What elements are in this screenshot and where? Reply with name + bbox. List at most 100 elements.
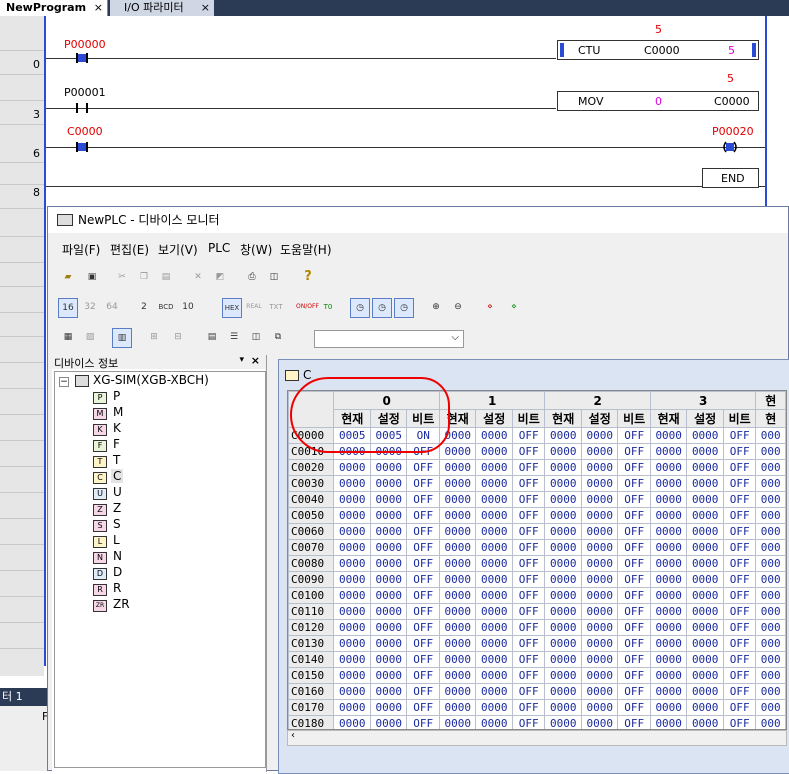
cell-value[interactable]: OFF (617, 539, 651, 556)
cell-value[interactable]: 0000 (544, 571, 582, 588)
cell-value[interactable]: OFF (406, 619, 440, 636)
chevron-down-icon[interactable]: ⌵ (451, 332, 459, 343)
cell-value[interactable]: 0000 (333, 507, 371, 524)
cell-value[interactable]: 0000 (333, 475, 371, 492)
cell-value[interactable]: OFF (511, 587, 546, 604)
table-row[interactable]: C0050 0000 0000 OFF 0000 0000 OFF 0000 0000 OFF 00… (288, 507, 786, 524)
cell-value[interactable]: 0000 (544, 619, 582, 636)
cell-value[interactable]: 0000 (649, 651, 688, 668)
pin-icon[interactable]: ▾ (239, 355, 244, 365)
cell-value[interactable]: 0000 (438, 507, 477, 524)
cell-value[interactable]: 0000 (475, 427, 513, 444)
cell-value[interactable]: 0000 (580, 443, 619, 460)
cell-value[interactable]: OFF (406, 683, 440, 700)
cell-value[interactable]: OFF (722, 427, 757, 444)
cell-value[interactable]: OFF (511, 491, 546, 508)
cell-value[interactable]: 0000 (438, 603, 477, 620)
cell-value[interactable]: 0000 (580, 683, 619, 700)
cell-value[interactable]: 0000 (686, 539, 724, 556)
table-row[interactable]: C0020 0000 0000 OFF 0000 0000 OFF 0000 0000 OFF 00… (288, 459, 786, 476)
cell-value[interactable]: OFF (722, 523, 757, 540)
tree-item-u[interactable]: U (113, 485, 122, 499)
cell-value[interactable]: OFF (511, 699, 546, 716)
cell-value[interactable]: OFF (617, 571, 651, 588)
cell-value[interactable]: 0000 (580, 603, 619, 620)
cell-value[interactable]: 0000 (475, 507, 513, 524)
cell-value[interactable]: 0000 (369, 667, 408, 684)
cell-value[interactable]: 000 (755, 523, 786, 540)
cell-value[interactable]: OFF (617, 459, 651, 476)
cell-value[interactable]: 0000 (369, 651, 408, 668)
cell-value[interactable]: 0000 (475, 587, 513, 604)
open-icon[interactable]: ▰ (58, 268, 78, 288)
cell-value[interactable]: OFF (406, 555, 440, 572)
tree-item-l[interactable]: L (113, 533, 120, 547)
cell-value[interactable]: 000 (755, 539, 786, 556)
cut-icon[interactable]: ✂ (112, 268, 132, 288)
cell-value[interactable]: 0000 (333, 619, 371, 636)
tree-item-f[interactable]: F (113, 437, 120, 451)
cell-value[interactable]: 000 (755, 651, 786, 668)
table-row[interactable]: C0030 0000 0000 OFF 0000 0000 OFF 0000 0000 OFF 00… (288, 475, 786, 492)
cell-value[interactable]: 0000 (544, 699, 582, 716)
monitor-mode-3-icon[interactable]: ◷ (394, 298, 414, 318)
menu-view[interactable]: 보기(V) (158, 241, 198, 258)
cell-value[interactable]: 0000 (686, 475, 724, 492)
cell-value[interactable]: OFF (511, 619, 546, 636)
print-preview-icon[interactable]: ◫ (264, 268, 284, 288)
cell-value[interactable]: 0000 (686, 443, 724, 460)
cell-value[interactable]: 0000 (369, 715, 408, 729)
cell-value[interactable]: OFF (511, 571, 546, 588)
cell-value[interactable]: 0000 (333, 651, 371, 668)
cell-value[interactable]: OFF (722, 555, 757, 572)
cell-value[interactable]: 0000 (438, 475, 477, 492)
cell-value[interactable]: OFF (617, 683, 651, 700)
cell-value[interactable]: OFF (511, 651, 546, 668)
table-row[interactable]: C0040 0000 0000 OFF 0000 0000 OFF 0000 0000 OFF 00… (288, 491, 786, 508)
tree-item-c[interactable]: C (111, 469, 124, 483)
cell-value[interactable]: 0000 (369, 603, 408, 620)
cell-value[interactable]: 0000 (686, 667, 724, 684)
tree-expand-icon[interactable]: ⊞ (144, 328, 164, 348)
cell-value[interactable]: 0000 (438, 635, 477, 652)
help-icon[interactable]: ? (298, 268, 318, 288)
format-32bit-button[interactable]: 32 (80, 298, 100, 318)
zoom-in-icon[interactable]: ⊕ (426, 298, 446, 318)
cell-value[interactable]: OFF (406, 571, 440, 588)
cell-value[interactable]: 0000 (333, 603, 371, 620)
cell-value[interactable]: 0000 (580, 555, 619, 572)
cell-value[interactable]: OFF (722, 571, 757, 588)
tree-item-p[interactable]: P (113, 389, 120, 403)
cell-value[interactable]: 0000 (580, 459, 619, 476)
tree-item-n[interactable]: N (113, 549, 122, 563)
cell-value[interactable]: 0000 (369, 571, 408, 588)
remove-device-icon[interactable]: ⋄ (504, 298, 524, 318)
cell-value[interactable]: OFF (617, 587, 651, 604)
cell-value[interactable]: 0000 (544, 475, 582, 492)
cell-value[interactable]: 0000 (475, 651, 513, 668)
cell-value[interactable]: OFF (406, 699, 440, 716)
cell-value[interactable]: OFF (617, 475, 651, 492)
cell-value[interactable]: 0000 (544, 635, 582, 652)
arrange-icon[interactable]: ⧉ (268, 328, 288, 348)
cell-value[interactable]: OFF (722, 475, 757, 492)
cell-value[interactable]: 0000 (438, 443, 477, 460)
cell-value[interactable]: 0000 (649, 683, 688, 700)
cell-value[interactable]: OFF (722, 443, 757, 460)
table-row[interactable]: C0140 0000 0000 OFF 0000 0000 OFF 0000 0000 OFF 00… (288, 651, 786, 668)
device-add-icon[interactable]: ▧ (80, 328, 100, 348)
cell-value[interactable]: 0000 (333, 539, 371, 556)
cell-value[interactable]: 000 (755, 715, 786, 729)
tree-item-s[interactable]: S (113, 517, 121, 531)
cell-value[interactable]: OFF (406, 443, 440, 460)
cell-value[interactable]: OFF (406, 667, 440, 684)
cell-value[interactable]: 000 (755, 699, 786, 716)
cell-value[interactable]: 0000 (369, 491, 408, 508)
menu-edit[interactable]: 편집(E) (110, 241, 149, 258)
cell-value[interactable]: OFF (722, 619, 757, 636)
format-binary-button[interactable]: 2 (134, 298, 154, 318)
cell-value[interactable]: OFF (722, 699, 757, 716)
cell-value[interactable]: 0000 (333, 571, 371, 588)
cell-value[interactable]: 0000 (369, 635, 408, 652)
cell-value[interactable]: 0000 (475, 619, 513, 636)
